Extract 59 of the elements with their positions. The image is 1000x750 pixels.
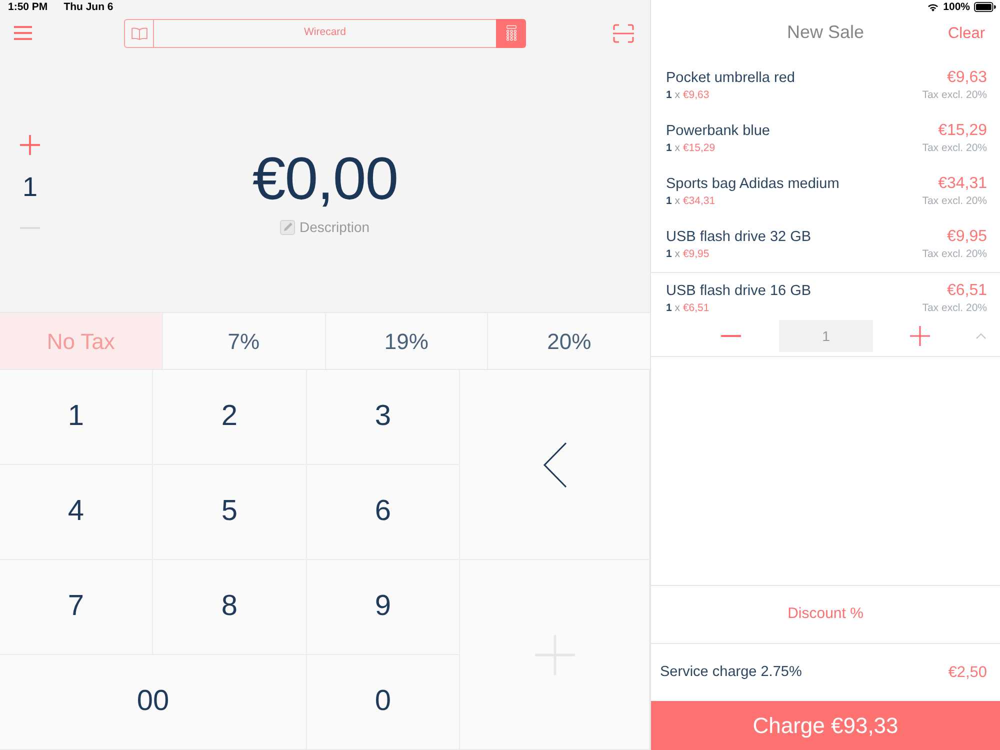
plus-icon[interactable]	[910, 326, 930, 346]
item-tax: Tax excl. 20%	[922, 194, 987, 208]
status-time: 1:50 PM	[8, 0, 48, 14]
wifi-icon	[927, 2, 940, 12]
item-tax: Tax excl. 20%	[922, 301, 987, 315]
scan-frame-icon[interactable]	[613, 24, 634, 42]
keypad-key[interactable]: 7	[0, 560, 153, 655]
keypad-key[interactable]: 2	[153, 370, 307, 465]
keypad-key[interactable]: 5	[153, 465, 307, 560]
item-name: Pocket umbrella red	[666, 69, 795, 88]
item-total: €15,29	[938, 121, 987, 141]
item-name: USB flash drive 16 GB	[666, 282, 812, 301]
keypad-key[interactable]: 9	[307, 560, 460, 655]
tax-rate-tab[interactable]: 7%	[162, 313, 326, 369]
item-name: Powerbank blue	[666, 122, 770, 141]
pencil-icon	[280, 220, 296, 234]
item-name: Sports bag Adidas medium	[666, 175, 840, 194]
item-quantity-line: 1 x €9,95	[666, 247, 710, 261]
service-charge-label: Service charge 2.75%	[660, 662, 802, 682]
plus-icon[interactable]	[20, 135, 40, 155]
item-tax: Tax excl. 20%	[922, 88, 987, 102]
item-tax: Tax excl. 20%	[922, 141, 987, 155]
quantity-value: 1	[22, 172, 38, 202]
amount-display: €0,00	[252, 146, 398, 210]
item-total: €34,31	[938, 174, 987, 194]
item-quantity-line: 1 x €15,29	[666, 141, 716, 155]
item-total: €6,51	[946, 281, 987, 301]
cart-item[interactable]: Powerbank blue €15,29 1 x €15,29 Tax excl. 20%	[651, 113, 1000, 166]
cart-item[interactable]: USB flash drive 16 GB €6,51 1 x €6,51 Tax excl. 20% 1	[651, 272, 1000, 357]
item-name: USB flash drive 32 GB	[666, 228, 812, 247]
keypad-toggle-button[interactable]	[496, 18, 526, 48]
keypad-key[interactable]: 6	[307, 465, 460, 560]
item-total: €9,63	[946, 68, 987, 88]
cart-item[interactable]: USB flash drive 32 GB €9,95 1 x €9,95 Tax excl. 20%	[651, 219, 1000, 272]
keypad-key[interactable]: 00	[0, 655, 307, 750]
battery-icon	[974, 2, 996, 12]
keypad-key[interactable]: 4	[0, 465, 153, 560]
cart-item[interactable]: Sports bag Adidas medium €34,31 1 x €34,31 Tax excl. 20%	[651, 166, 1000, 219]
item-tax: Tax excl. 20%	[922, 247, 987, 261]
keypad-key[interactable]: 8	[153, 560, 307, 655]
keypad-key[interactable]: 0	[307, 655, 460, 750]
tax-rate-tab[interactable]: 19%	[326, 313, 488, 369]
calculator-icon	[506, 25, 516, 41]
tax-rate-tab[interactable]: 20%	[488, 313, 650, 369]
item-quantity-line: 1 x €6,51	[666, 301, 710, 315]
catalog-button[interactable]	[124, 18, 154, 48]
menu-icon[interactable]	[14, 26, 32, 40]
service-charge-amount: €2,50	[948, 662, 987, 683]
battery-percent: 100%	[943, 0, 970, 14]
keypad-key[interactable]: 3	[307, 370, 460, 465]
item-quantity-line: 1 x €34,31	[666, 194, 716, 208]
item-quantity-line: 1 x €9,63	[666, 88, 710, 102]
cart-title: New Sale	[786, 20, 864, 44]
chevron-up-icon[interactable]	[976, 333, 986, 339]
item-total: €9,95	[946, 227, 987, 247]
keypad-key[interactable]: 1	[0, 370, 153, 465]
status-date: Thu Jun 6	[64, 0, 114, 14]
cart-item[interactable]: Pocket umbrella red €9,63 1 x €9,63 Tax excl. 20%	[651, 60, 1000, 113]
book-icon	[130, 26, 148, 40]
